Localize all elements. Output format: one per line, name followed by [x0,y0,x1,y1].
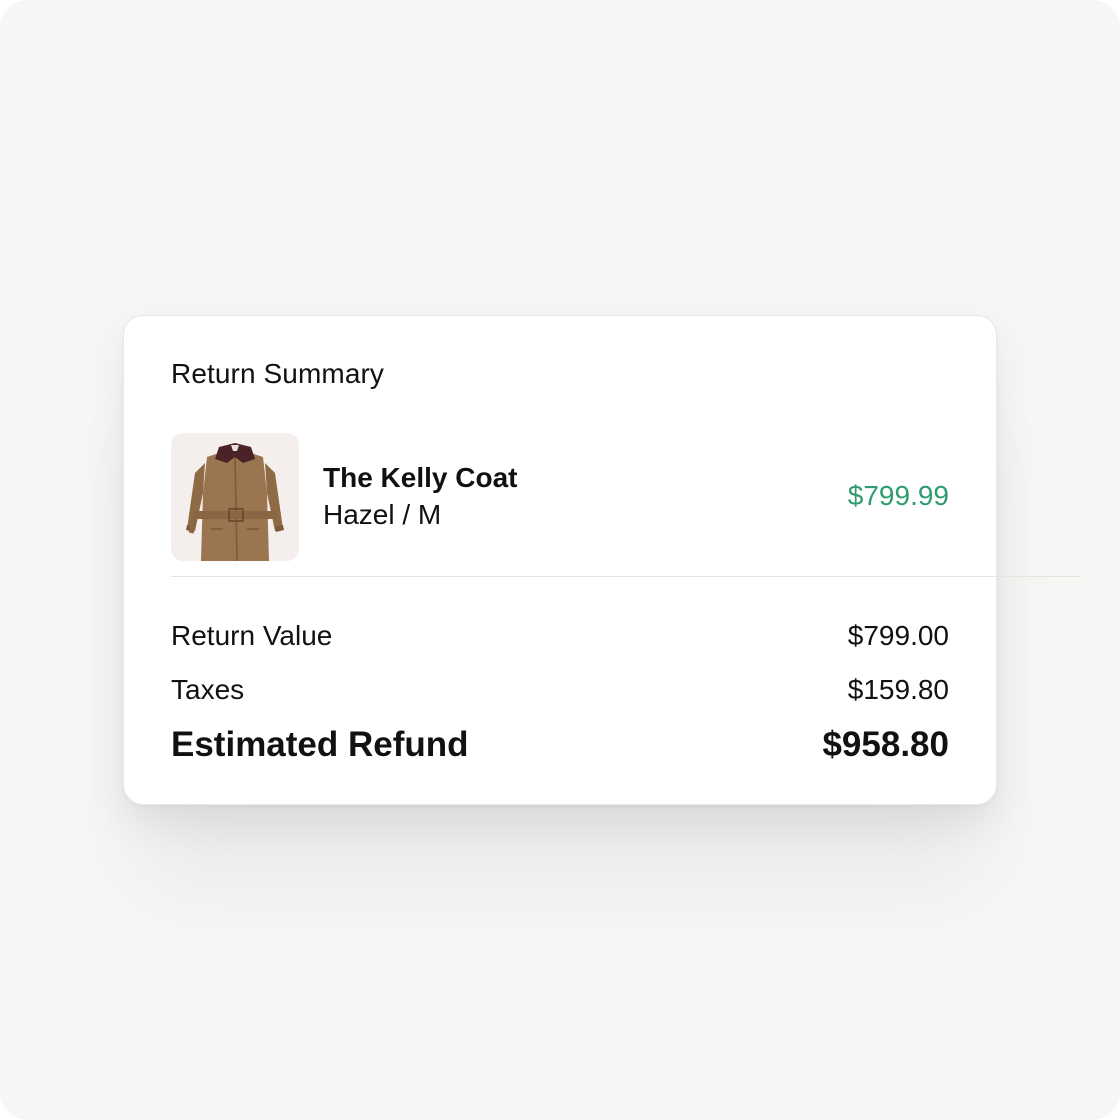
return-value-label: Return Value [171,620,333,651]
divider [171,576,1081,577]
card-title: Return Summary [171,358,385,389]
product-image [171,433,299,561]
estimated-refund-amount: $958.80 [822,725,949,764]
return-summary-card: Return Summary The Kelly Coat Hazel / M … [123,315,1081,805]
return-value-amount: $799.00 [847,620,949,651]
product-price: $799.99 [847,480,949,511]
estimated-refund-label: Estimated Refund [171,725,469,764]
coat-image [186,443,284,561]
taxes-amount: $159.80 [847,674,949,705]
page-background: Return Summary The Kelly Coat Hazel / M … [0,0,1120,1120]
product-variant: Hazel / M [323,499,442,530]
product-name: The Kelly Coat [323,462,518,493]
taxes-label: Taxes [171,674,245,705]
